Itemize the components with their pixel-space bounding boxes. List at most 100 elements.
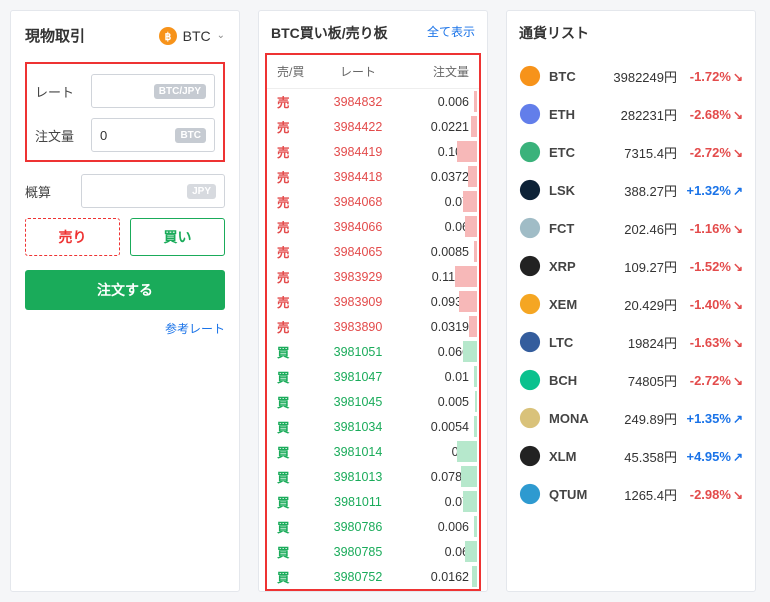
orderbook-row-sell[interactable]: 売39840680.07 [267, 189, 479, 214]
orderbook-rate: 3980785 [317, 545, 399, 559]
orderbook-row-buy[interactable]: 買39810450.005 [267, 389, 479, 414]
orderbook-side-label: 売 [277, 217, 317, 236]
coin-symbol: BTC [183, 28, 211, 44]
coin-icon-eth [519, 103, 541, 125]
currency-price: 202.46円 [595, 219, 683, 238]
orderbook-rate: 3981013 [317, 470, 399, 484]
currency-price: 3982249円 [595, 67, 683, 86]
currency-row-lsk[interactable]: LSK388.27円+1.32%↗ [519, 171, 743, 209]
currency-price: 249.89円 [595, 409, 683, 428]
coin-icon-mona [519, 407, 541, 429]
orderbook-row-sell[interactable]: 売39839090.0935 [267, 289, 479, 314]
currency-change: -1.40%↘ [683, 297, 743, 312]
orderbook-row-sell[interactable]: 売39840650.0085 [267, 239, 479, 264]
orderbook-row-buy[interactable]: 買39810130.0786 [267, 464, 479, 489]
orderbook-row-buy[interactable]: 買39807860.006 [267, 514, 479, 539]
coin-icon-qtum [519, 483, 541, 505]
currency-change: +1.32%↗ [683, 183, 743, 198]
currency-symbol: ETH [549, 107, 595, 122]
currency-change: -2.68%↘ [683, 107, 743, 122]
qty-value: 0 [100, 128, 107, 143]
orderbook-side-label: 買 [277, 567, 317, 586]
currency-row-eth[interactable]: ETH282231円-2.68%↘ [519, 95, 743, 133]
orderbook-row-sell[interactable]: 売39844220.0221 [267, 114, 479, 139]
currency-symbol: XRP [549, 259, 595, 274]
trend-arrow-icon: ↘ [733, 298, 743, 312]
orderbook-rate: 3983890 [317, 320, 399, 334]
trend-arrow-icon: ↘ [733, 260, 743, 274]
orderbook-rate: 3981051 [317, 345, 399, 359]
orderbook-side-label: 買 [277, 442, 317, 461]
rate-input[interactable]: BTC/JPY [91, 74, 215, 108]
orderbook-row-buy[interactable]: 買39810340.0054 [267, 414, 479, 439]
currency-symbol: XEM [549, 297, 595, 312]
trade-title: 現物取引 [25, 25, 85, 46]
orderbook-rate: 3984068 [317, 195, 399, 209]
trend-arrow-icon: ↘ [733, 374, 743, 388]
orderbook-row-buy[interactable]: 買39807850.06 [267, 539, 479, 564]
orderbook-rate: 3983929 [317, 270, 399, 284]
sell-button[interactable]: 売り [25, 218, 120, 256]
depth-bar [468, 166, 477, 187]
show-all-link[interactable]: 全て表示 [427, 23, 475, 43]
orderbook-row-buy[interactable]: 買39807520.0162 [267, 564, 479, 589]
currency-row-qtum[interactable]: QTUM1265.4円-2.98%↘ [519, 475, 743, 513]
rate-unit: BTC/JPY [154, 84, 206, 99]
buy-button[interactable]: 買い [130, 218, 225, 256]
currency-price: 20.429円 [595, 295, 683, 314]
orderbook-row-sell[interactable]: 売39838900.0319 [267, 314, 479, 339]
orderbook-row-buy[interactable]: 買39810470.01 [267, 364, 479, 389]
currency-row-mona[interactable]: MONA249.89円+1.35%↗ [519, 399, 743, 437]
qty-input[interactable]: 0 BTC [91, 118, 215, 152]
currency-change: -1.16%↘ [683, 221, 743, 236]
depth-bar [465, 216, 477, 237]
trend-arrow-icon: ↘ [733, 108, 743, 122]
currency-row-xlm[interactable]: XLM45.358円+4.95%↗ [519, 437, 743, 475]
orderbook-row-sell[interactable]: 売39848320.006 [267, 89, 479, 114]
reference-rate-link[interactable]: 参考レート [25, 320, 225, 337]
trend-arrow-icon: ↘ [733, 336, 743, 350]
orderbook-h2: レート [317, 63, 399, 80]
orderbook-qty: 0.005 [399, 395, 469, 409]
currency-symbol: LTC [549, 335, 595, 350]
orderbook-row-buy[interactable]: 買39810140.1 [267, 439, 479, 464]
orderbook-rate: 3984832 [317, 95, 399, 109]
orderbook-rate: 3980786 [317, 520, 399, 534]
currency-list-panel: 通貨リスト BTC3982249円-1.72%↘ETH282231円-2.68%… [506, 10, 756, 592]
currency-change: -2.98%↘ [683, 487, 743, 502]
currency-row-xrp[interactable]: XRP109.27円-1.52%↘ [519, 247, 743, 285]
currency-symbol: BTC [549, 69, 595, 84]
currency-change: +4.95%↗ [683, 449, 743, 464]
orderbook-rate: 3984419 [317, 145, 399, 159]
coin-selector[interactable]: ฿ BTC ⌄ [159, 27, 225, 45]
currency-row-etc[interactable]: ETC7315.4円-2.72%↘ [519, 133, 743, 171]
orderbook-side-label: 買 [277, 417, 317, 436]
est-input[interactable]: JPY [81, 174, 225, 208]
orderbook-row-sell[interactable]: 売39844180.0372 [267, 164, 479, 189]
depth-bar [472, 566, 477, 587]
order-button[interactable]: 注文する [25, 270, 225, 310]
orderbook-qty: 0.0786 [399, 470, 469, 484]
orderbook-title: BTC買い板/売り板 [271, 23, 388, 43]
orderbook-side-label: 買 [277, 392, 317, 411]
currency-row-fct[interactable]: FCT202.46円-1.16%↘ [519, 209, 743, 247]
orderbook-row-buy[interactable]: 買39810510.066 [267, 339, 479, 364]
currency-symbol: BCH [549, 373, 595, 388]
currency-change: -1.63%↘ [683, 335, 743, 350]
orderbook-row-sell[interactable]: 売39844190.106 [267, 139, 479, 164]
orderbook-qty: 0.066 [399, 345, 469, 359]
orderbook-row-sell[interactable]: 売39840660.06 [267, 214, 479, 239]
currency-row-ltc[interactable]: LTC19824円-1.63%↘ [519, 323, 743, 361]
qty-unit: BTC [175, 128, 206, 143]
currency-symbol: MONA [549, 411, 595, 426]
currency-row-xem[interactable]: XEM20.429円-1.40%↘ [519, 285, 743, 323]
est-label: 概算 [25, 182, 81, 201]
orderbook-qty: 0.0319 [399, 320, 469, 334]
currency-row-bch[interactable]: BCH74805円-2.72%↘ [519, 361, 743, 399]
currency-row-btc[interactable]: BTC3982249円-1.72%↘ [519, 57, 743, 95]
orderbook-row-sell[interactable]: 売39839290.1124 [267, 264, 479, 289]
orderbook-row-buy[interactable]: 買39810110.07 [267, 489, 479, 514]
orderbook-qty: 0.06 [399, 545, 469, 559]
trend-arrow-icon: ↘ [733, 488, 743, 502]
currency-price: 109.27円 [595, 257, 683, 276]
